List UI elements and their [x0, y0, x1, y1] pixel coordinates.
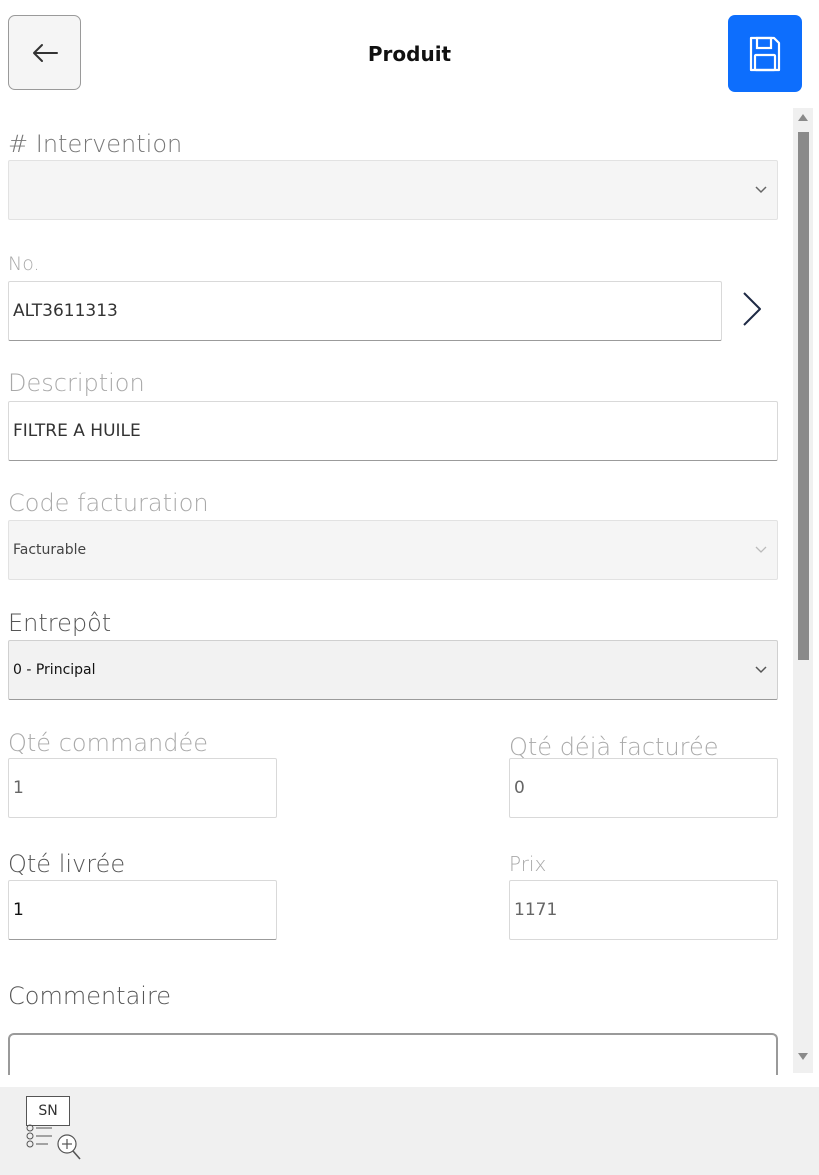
qte-livree-input[interactable]: 1 — [8, 880, 277, 940]
floppy-disk-icon — [749, 36, 781, 71]
entrepot-select[interactable]: 0 - Principal — [8, 640, 778, 700]
sn-label: SN — [26, 1096, 70, 1126]
serial-number-search-icon — [26, 1124, 81, 1160]
prix-input[interactable]: 1171 — [509, 880, 778, 940]
page-title: Produit — [367, 42, 452, 66]
scrollbar-thumb[interactable] — [798, 132, 809, 660]
no-input[interactable]: ALT3611313 — [8, 281, 722, 341]
chevron-down-icon — [755, 546, 767, 553]
qte-commandee-input[interactable]: 1 — [8, 758, 277, 818]
top-bar: Produit — [0, 0, 819, 105]
chevron-down-icon — [755, 186, 767, 194]
bottom-toolbar: SN — [0, 1087, 819, 1175]
code-facturation-value: Facturable — [13, 542, 87, 558]
chevron-right-icon — [743, 292, 761, 326]
code-facturation-select[interactable]: Facturable — [8, 520, 778, 580]
qte-facturee-input[interactable]: 0 — [509, 758, 778, 818]
entrepot-value: 0 - Principal — [13, 662, 96, 678]
qte-commandee-value: 1 — [13, 778, 24, 798]
prix-value: 1171 — [514, 900, 558, 920]
serial-number-button[interactable]: SN — [20, 1093, 88, 1161]
no-value: ALT3611313 — [13, 301, 118, 321]
intervention-select[interactable] — [8, 160, 778, 220]
qte-livree-label: Qté livrée — [8, 850, 126, 878]
entrepot-label: Entrepôt — [8, 609, 112, 637]
commentaire-textarea[interactable] — [8, 1033, 778, 1075]
code-facturation-label: Code facturation — [8, 489, 209, 517]
product-lookup-button[interactable] — [736, 289, 766, 329]
qte-facturee-value: 0 — [514, 778, 525, 798]
no-label: No. — [8, 253, 40, 275]
qte-commandee-label: Qté commandée — [8, 729, 209, 757]
prix-label: Prix — [509, 852, 547, 876]
description-input[interactable]: FILTRE A HUILE — [8, 401, 778, 461]
commentaire-label: Commentaire — [8, 982, 172, 1010]
chevron-down-icon — [755, 666, 767, 674]
scroll-up-arrow-icon[interactable] — [798, 113, 808, 121]
qte-livree-value: 1 — [13, 900, 24, 920]
intervention-label: # Intervention — [8, 130, 183, 158]
save-button[interactable] — [728, 15, 802, 92]
scroll-down-arrow-icon[interactable] — [798, 1053, 808, 1061]
qte-facturee-label: Qté déjà facturée — [509, 733, 719, 761]
description-label: Description — [8, 369, 145, 397]
description-value: FILTRE A HUILE — [13, 421, 141, 441]
